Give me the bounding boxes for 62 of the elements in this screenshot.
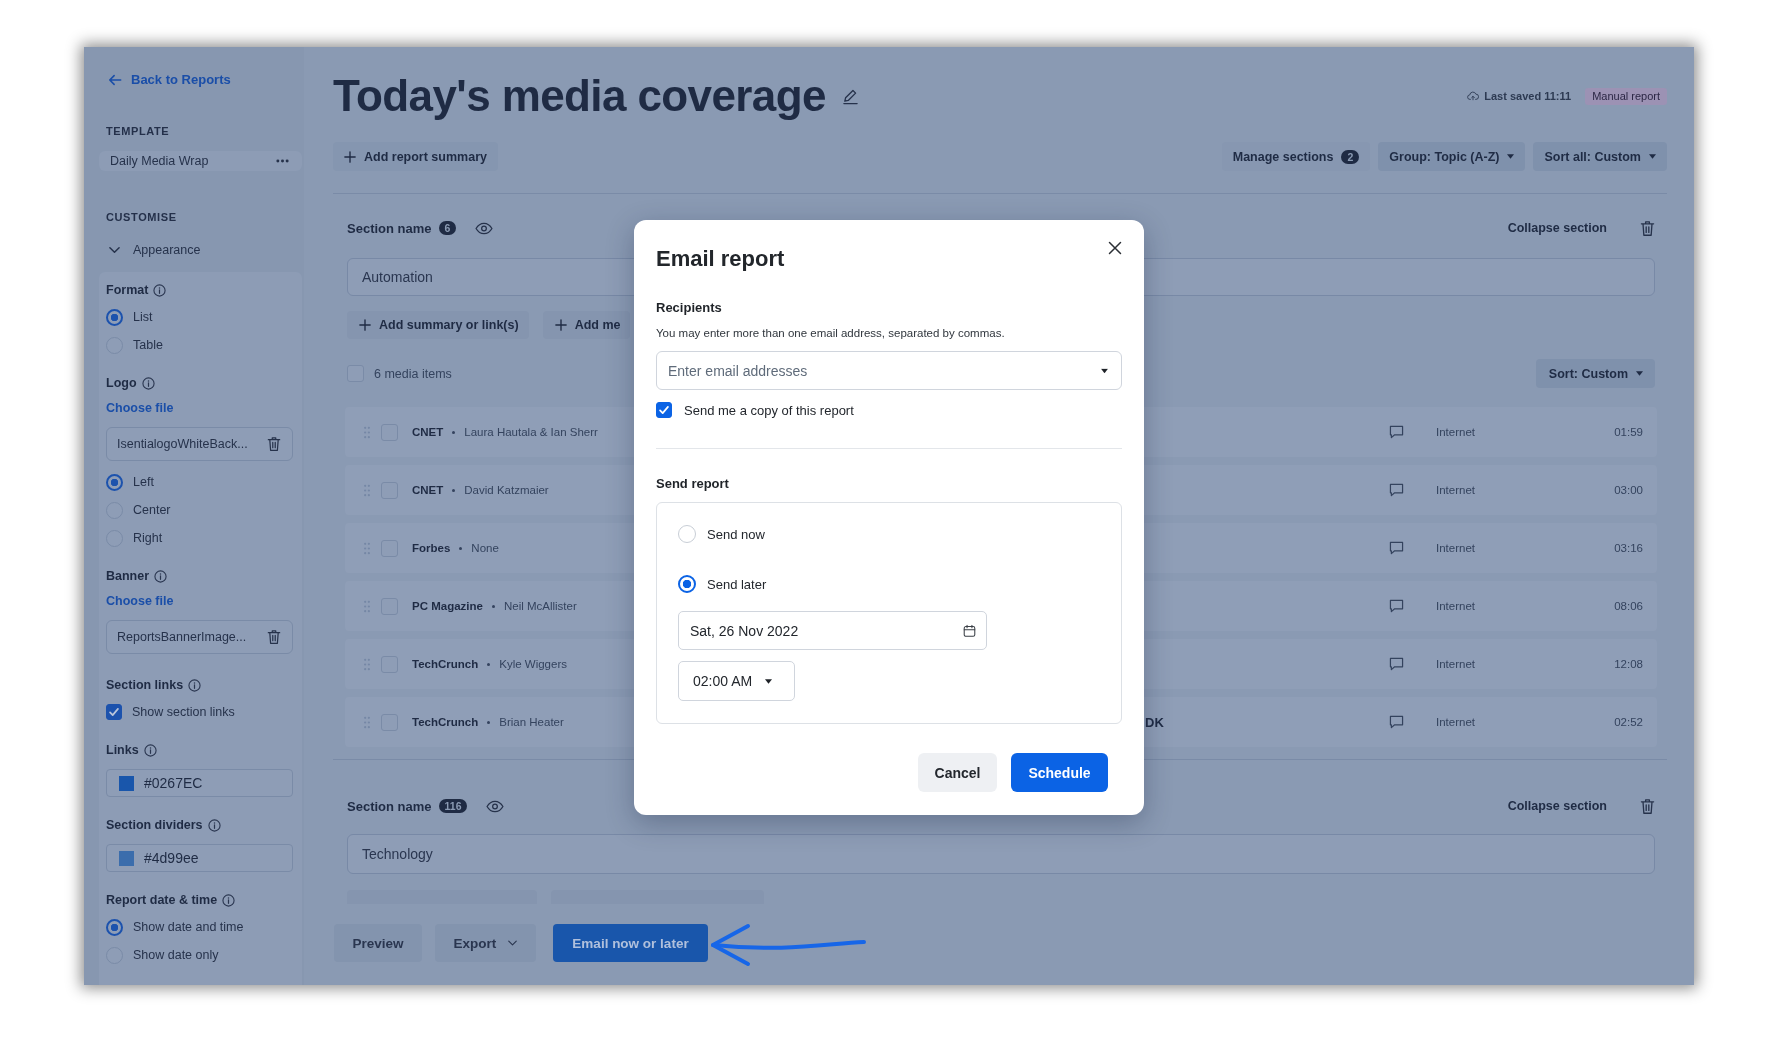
count-badge: 2 [1341, 149, 1360, 164]
medium-label: Internet [1436, 426, 1476, 438]
headline-text: DK [1145, 714, 1164, 730]
outlet-name: CNET [412, 484, 444, 496]
option-label: Show date and time [133, 920, 244, 934]
report-type-badge: Manual report [1585, 87, 1667, 105]
last-saved-text: Last saved 11:11 [1484, 90, 1572, 102]
field-label: Send report [656, 475, 730, 493]
duration-text: 02:52 [1613, 716, 1643, 728]
option-label: Send later [707, 576, 767, 592]
setting-label: Links [106, 743, 139, 757]
outlet-name: TechCrunch [412, 716, 479, 728]
option-label: Left [133, 475, 154, 489]
option-label: Show date only [133, 948, 219, 962]
field-label: Recipients [656, 299, 723, 317]
file-name: IsentialogoWhiteBack... [117, 437, 248, 451]
option-label: Send now [707, 526, 765, 542]
dialog-title: Email report [656, 245, 785, 273]
setting-label: Logo [106, 376, 137, 390]
section-label: Section name [347, 798, 432, 814]
duration-text: 08:06 [1613, 600, 1643, 612]
author-name: Kyle Wiggers [499, 658, 567, 670]
duration-text: 03:16 [1613, 542, 1643, 554]
count-badge: 6 [438, 221, 457, 235]
count-badge: 116 [438, 799, 468, 813]
author-name: Brian Heater [499, 716, 564, 728]
author-name: David Katzmaier [464, 484, 549, 496]
file-name: ReportsBannerImage... [117, 630, 247, 644]
outlet-name: Forbes [412, 542, 451, 554]
duration-text: 01:59 [1613, 426, 1643, 438]
author-name: Neil McAllister [503, 600, 577, 612]
outlet-name: CNET [412, 426, 444, 438]
medium-label: Internet [1436, 600, 1476, 612]
outlet-name: PC Magazine [412, 600, 483, 612]
setting-label: Section dividers [106, 818, 203, 832]
checkbox-label: Send me a copy of this report [684, 402, 854, 418]
medium-label: Internet [1436, 658, 1476, 670]
option-label: Center [133, 503, 171, 517]
media-count: 6 media items [374, 366, 452, 381]
author-name: Laura Hautala & Ian Sherr [464, 426, 598, 438]
color-value: #0267EC [144, 775, 203, 791]
option-label: List [133, 310, 153, 324]
section-heading: CUSTOMISE [106, 210, 177, 224]
helper-text: You may enter more than one email address, separated by commas. [656, 326, 1006, 341]
option-label: Right [133, 531, 163, 545]
setting-label: Banner [106, 569, 150, 583]
duration-text: 12:08 [1613, 658, 1643, 670]
outlet-name: TechCrunch [412, 658, 479, 670]
setting-label: Format [106, 283, 149, 297]
medium-label: Internet [1436, 542, 1476, 554]
author-name: None [471, 542, 499, 554]
option-label: Show section links [132, 705, 235, 719]
section-heading: TEMPLATE [106, 124, 170, 138]
option-label: Table [133, 338, 163, 352]
color-value: #4d99ee [144, 850, 199, 866]
setting-label: Report date & time [106, 893, 218, 907]
medium-label: Internet [1436, 484, 1476, 496]
page-title: Today's media coverage [333, 70, 826, 122]
duration-text: 03:00 [1613, 484, 1643, 496]
medium-label: Internet [1436, 716, 1476, 728]
setting-label: Section links [106, 678, 184, 692]
section-label: Section name [347, 220, 432, 236]
